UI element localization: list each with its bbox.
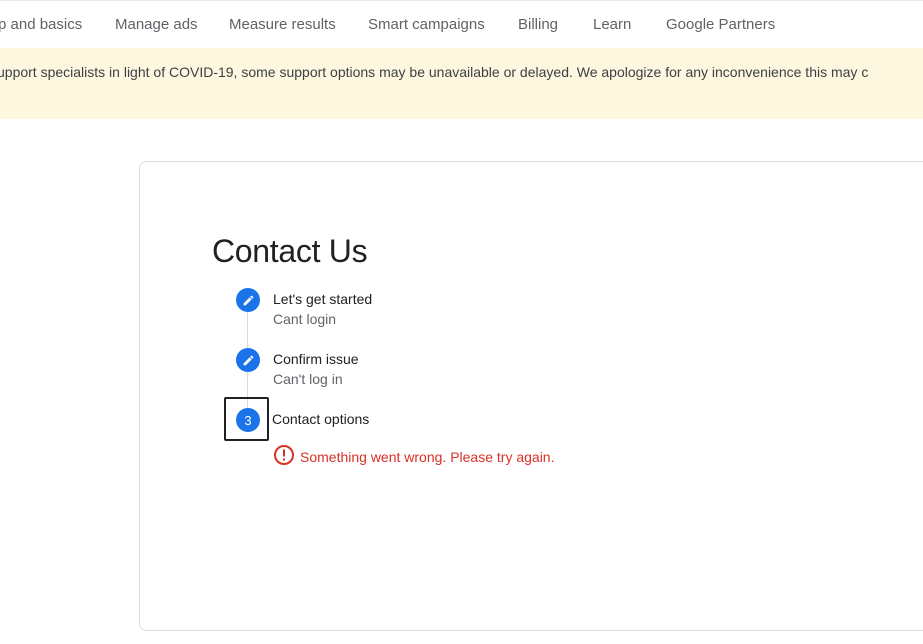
- pencil-icon: [242, 294, 255, 307]
- step-3-number-badge[interactable]: 3: [236, 408, 260, 432]
- nav-item-manage-ads[interactable]: Manage ads: [115, 16, 198, 33]
- step-2-edit-button[interactable]: [236, 348, 260, 372]
- step-1-edit-button[interactable]: [236, 288, 260, 312]
- nav-item-learn[interactable]: Learn: [593, 16, 631, 33]
- nav-item-setup-and-basics[interactable]: p and basics: [0, 16, 82, 33]
- nav-item-google-partners[interactable]: Google Partners: [666, 16, 775, 33]
- stepper-connector: [247, 312, 248, 349]
- nav-item-smart-campaigns[interactable]: Smart campaigns: [368, 16, 485, 33]
- banner-text: upport specialists in light of COVID-19,…: [0, 64, 869, 80]
- top-navigation: p and basics Manage ads Measure results …: [0, 0, 923, 48]
- pencil-icon: [242, 354, 255, 367]
- covid-notice-banner: upport specialists in light of COVID-19,…: [0, 48, 923, 119]
- page-title: Contact Us: [212, 233, 368, 269]
- step-2-title: Confirm issue: [273, 351, 359, 367]
- step-1-subtitle: Cant login: [273, 311, 337, 327]
- nav-item-billing[interactable]: Billing: [518, 16, 558, 33]
- contact-card: [139, 161, 923, 631]
- error-message: Something went wrong. Please try again.: [273, 444, 555, 471]
- error-icon: [273, 444, 295, 471]
- error-text: Something went wrong. Please try again.: [300, 449, 555, 465]
- nav-item-measure-results[interactable]: Measure results: [229, 16, 336, 33]
- step-3-title: Contact options: [272, 411, 370, 427]
- step-1-title: Let's get started: [273, 291, 373, 307]
- step-2-subtitle: Can't log in: [273, 371, 343, 387]
